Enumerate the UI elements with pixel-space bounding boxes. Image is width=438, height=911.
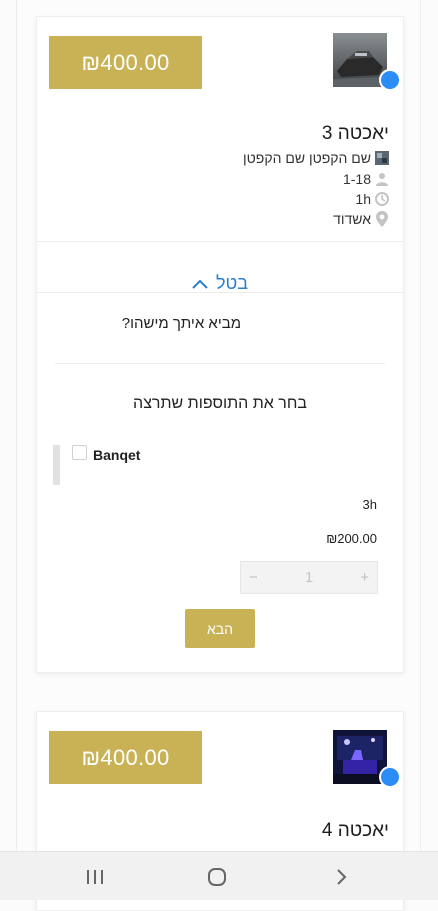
addon-checkbox[interactable] [72,445,87,460]
divider [37,292,403,293]
next-button[interactable]: הבא [185,609,255,648]
home-icon[interactable] [202,864,232,890]
recent-apps-icon[interactable] [80,864,110,890]
guests-row: 1-18 [343,171,389,187]
price-button[interactable]: ₪400.00 [49,731,202,784]
increment-button[interactable]: + [360,569,369,586]
clock-icon [375,192,389,206]
guests-count: 1-18 [342,171,371,187]
yacht-card: ₪400.00 יאכטה 3 שם הקפטן שם הקפטן 1-18 1… [36,16,404,673]
bring-someone-question[interactable]: מביא איתך מישהו? [122,315,241,332]
divider [55,363,385,364]
back-icon[interactable] [326,864,356,890]
quantity-stepper[interactable]: − 1 + [240,561,378,594]
addon-image-placeholder [53,445,60,485]
yacht-title: יאכטה 3 [321,123,389,144]
addon-name: Banqet [93,447,141,463]
cancel-button[interactable]: בטל [37,257,403,309]
addon-price: ₪200.00 [326,531,377,546]
decrement-button[interactable]: − [249,569,258,586]
location-row: אשדוד [333,211,389,227]
captain-name: שם הקפטן שם הקפטן [243,150,371,166]
yacht-title: יאכטה 4 [321,820,389,841]
person-icon [375,172,389,186]
system-nav-bar [0,851,438,900]
cancel-label: בטל [215,272,249,293]
location-pin-icon [375,211,389,227]
status-dot-icon [379,69,401,91]
duration-value: 1h [355,191,371,207]
addon-duration: 3h [362,497,377,512]
status-dot-icon [379,766,401,788]
captain-row: שם הקפטן שם הקפטן [243,150,389,166]
location-value: אשדוד [333,211,371,227]
quantity-value[interactable]: 1 [258,569,360,586]
choose-addons-heading: בחר את התוספות שתרצה [133,395,307,412]
divider [37,241,403,242]
captain-image-icon [375,151,389,165]
duration-row: 1h [355,191,389,207]
price-button[interactable]: ₪400.00 [49,36,202,89]
chevron-up-icon [192,273,208,294]
